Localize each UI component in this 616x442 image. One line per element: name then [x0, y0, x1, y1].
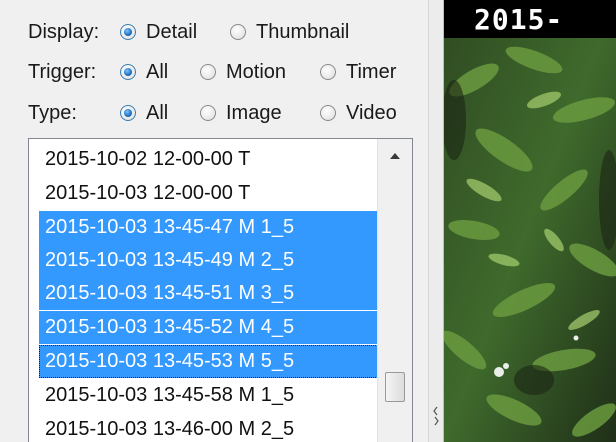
trigger-all-radio[interactable]: All — [120, 61, 200, 84]
file-list-item[interactable]: 2015-10-03 12-00-00 T — [39, 177, 378, 210]
list-vertical-scrollbar[interactable] — [377, 139, 412, 442]
radio-selected-icon — [120, 64, 136, 80]
type-all-radio[interactable]: All — [120, 102, 200, 125]
display-thumbnail-radio[interactable]: Thumbnail — [230, 21, 349, 44]
trigger-motion-radio[interactable]: Motion — [200, 61, 320, 84]
type-filter-row: Type: All Image Video — [28, 96, 397, 130]
display-detail-radio[interactable]: Detail — [120, 21, 230, 44]
type-video-radio[interactable]: Video — [320, 102, 397, 125]
trigger-timer-label: Timer — [346, 60, 397, 83]
scroll-up-button[interactable] — [378, 139, 412, 173]
photo-preview: 2015- — [444, 0, 616, 442]
trigger-label: Trigger: — [28, 60, 97, 83]
timestamp-text: 2015- — [474, 3, 564, 36]
radio-unselected-icon — [200, 105, 216, 121]
trigger-motion-label: Motion — [226, 60, 287, 83]
type-image-radio[interactable]: Image — [200, 102, 320, 125]
type-all-label: All — [146, 101, 169, 124]
file-list-item[interactable]: 2015-10-03 13-45-49 M 2_5 — [39, 244, 378, 277]
type-label: Type: — [28, 101, 77, 124]
panel-splitter[interactable] — [428, 0, 444, 442]
filter-panel: Display: Detail Thumbnail Trigger: All M… — [0, 0, 428, 442]
radio-selected-icon — [120, 105, 136, 121]
file-list-item[interactable]: 2015-10-03 13-45-58 M 1_5 — [39, 379, 378, 412]
file-list[interactable]: 2015-10-02 12-00-00 T 2015-10-03 12-00-0… — [28, 138, 413, 442]
file-list-item[interactable]: 2015-10-03 13-45-53 M 5_5 — [39, 345, 378, 378]
display-thumbnail-label: Thumbnail — [256, 20, 350, 43]
file-browser-window: Display: Detail Thumbnail Trigger: All M… — [0, 0, 616, 442]
trigger-all-label: All — [146, 60, 169, 83]
splitter-grip-icon — [433, 406, 439, 426]
triangle-up-icon — [390, 153, 400, 159]
display-filter-row: Display: Detail Thumbnail — [28, 15, 349, 49]
radio-unselected-icon — [200, 64, 216, 80]
display-label: Display: — [28, 20, 100, 43]
radio-unselected-icon — [230, 24, 246, 40]
trigger-timer-radio[interactable]: Timer — [320, 61, 396, 84]
trigger-filter-row: Trigger: All Motion Timer — [28, 55, 396, 89]
file-list-item[interactable]: 2015-10-03 13-45-52 M 4_5 — [39, 311, 378, 344]
file-list-item[interactable]: 2015-10-02 12-00-00 T — [39, 143, 378, 176]
file-list-item[interactable]: 2015-10-03 13-46-00 M 2_5 — [39, 413, 378, 442]
radio-selected-icon — [120, 24, 136, 40]
type-image-label: Image — [226, 101, 282, 124]
display-detail-label: Detail — [146, 20, 198, 43]
radio-unselected-icon — [320, 64, 336, 80]
scrollbar-thumb[interactable] — [385, 372, 405, 402]
radio-unselected-icon — [320, 105, 336, 121]
timestamp-overlay: 2015- — [444, 0, 616, 38]
foliage-photo — [444, 0, 616, 442]
type-video-label: Video — [346, 101, 397, 124]
file-list-item[interactable]: 2015-10-03 13-45-47 M 1_5 — [39, 211, 378, 244]
file-list-item[interactable]: 2015-10-03 13-45-51 M 3_5 — [39, 277, 378, 310]
